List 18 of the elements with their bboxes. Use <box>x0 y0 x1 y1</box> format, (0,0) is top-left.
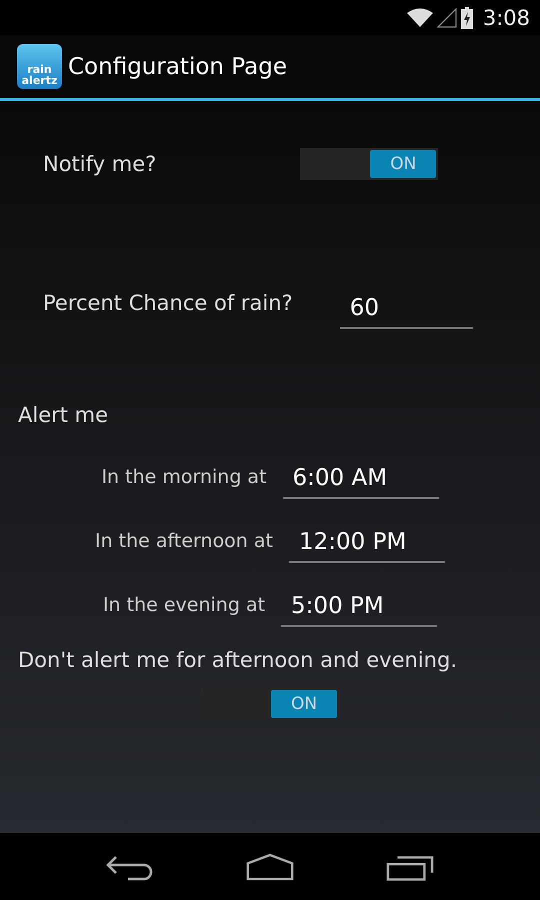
percent-field[interactable]: 60 <box>340 295 473 329</box>
app-logo[interactable]: rain alertz <box>17 44 62 89</box>
time-label: In the afternoon at <box>95 530 273 552</box>
time-field[interactable]: 12:00 PM <box>289 529 445 563</box>
time-label: In the morning at <box>101 466 267 488</box>
section-heading: Alert me <box>18 403 108 427</box>
time-field[interactable]: 6:00 AM <box>282 465 439 499</box>
page-title: Configuration Page <box>68 54 287 80</box>
home-icon[interactable] <box>246 852 294 880</box>
time-label: In the evening at <box>102 594 266 616</box>
wifi-icon <box>406 8 433 28</box>
battery-icon <box>460 6 473 28</box>
percent-label: Percent Chance of rain? <box>43 291 293 315</box>
clock-time: 3:08 <box>482 6 530 30</box>
time-field[interactable]: 5:00 PM <box>281 593 438 627</box>
option-label: Don't alert me for afternoon and evening. <box>18 648 457 672</box>
signal-icon <box>436 8 457 28</box>
notify-label: Notify me? <box>43 152 156 176</box>
